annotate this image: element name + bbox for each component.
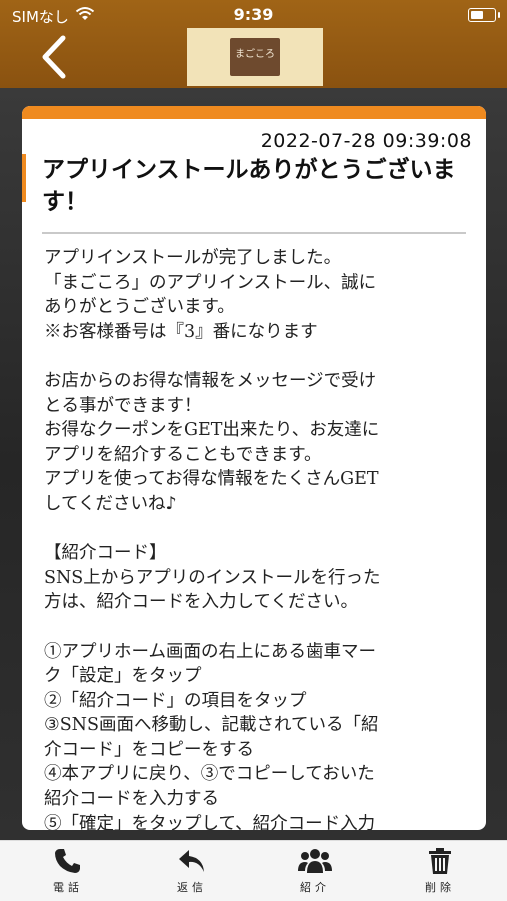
users-icon xyxy=(298,849,332,873)
message-timestamp: 2022-07-28 09:39:08 xyxy=(260,130,472,152)
tab-reply-label: 返信 xyxy=(177,881,207,894)
body-line: とる事ができます！ xyxy=(44,395,202,416)
tab-introduce-label: 紹介 xyxy=(300,881,330,894)
nav-header: SIMなし 9:39 まごころ xyxy=(0,0,507,88)
body-line: 方は、紹介コードを入力してください。 xyxy=(44,592,358,613)
message-title: アプリインストールありがとうございます！ xyxy=(42,157,456,215)
body-line: SNS上からアプリのインストールを行った xyxy=(44,567,381,588)
body-line: ②「紹介コード」の項目をタップ xyxy=(44,690,307,711)
tab-phone[interactable]: 電話 xyxy=(33,847,103,899)
status-time: 9:39 xyxy=(233,5,274,24)
title-accent-bar xyxy=(22,154,26,202)
body-line: お得なクーポンをGET出来たり、お友達に xyxy=(44,420,380,441)
bottom-tab-bar: 電話 返信 紹介 削除 xyxy=(0,840,507,901)
message-body: アプリインストールが完了しました。 「まごころ」のアプリインストール、誠に あり… xyxy=(44,246,468,830)
body-line: アプリインストールが完了しました。 xyxy=(44,248,342,268)
tab-phone-label: 電話 xyxy=(53,881,83,894)
title-divider xyxy=(42,232,466,234)
body-line: ①アプリホーム画面の右上にある歯車マー xyxy=(44,641,376,662)
body-line: ※お客様番号は『3』番になります xyxy=(44,321,318,342)
chevron-left-icon xyxy=(42,35,66,79)
body-line: アプリを紹介することもできます。 xyxy=(44,444,322,465)
battery-icon xyxy=(468,8,500,22)
body-line: ⑤「確定」をタップして、紹介コード入力 xyxy=(44,813,376,830)
shop-logo: まごころ xyxy=(187,28,323,86)
trash-icon xyxy=(429,848,451,874)
tab-delete-label: 削除 xyxy=(425,881,455,894)
body-line: 【紹介コード】 xyxy=(44,543,167,564)
card-top-bar xyxy=(22,106,486,119)
tab-introduce[interactable]: 紹介 xyxy=(280,847,350,899)
phone-icon xyxy=(55,849,80,873)
status-bar: SIMなし 9:39 xyxy=(0,0,507,28)
body-line xyxy=(44,517,468,542)
body-line: ④本アプリに戻り、③でコピーしておいた xyxy=(44,764,375,785)
logo-text: まごころ xyxy=(235,48,275,60)
body-line: ク「設定」をタップ xyxy=(44,666,202,687)
body-line: ありがとうございます。 xyxy=(44,297,235,318)
body-line: 紹介コードを入力する xyxy=(44,789,219,810)
body-line: 「まごころ」のアプリインストール、誠に xyxy=(44,272,377,293)
body-line xyxy=(44,615,468,640)
body-line: 介コード」をコピーをする xyxy=(44,739,254,760)
tab-reply[interactable]: 返信 xyxy=(157,847,227,899)
body-line: お店からのお得な情報をメッセージで受け xyxy=(44,370,377,391)
back-button[interactable] xyxy=(35,30,75,84)
body-line: ③SNS画面へ移動し、記載されている「紹 xyxy=(44,715,379,736)
tab-delete[interactable]: 削除 xyxy=(405,847,475,899)
message-card: 2022-07-28 09:39:08 アプリインストールありがとうございます！… xyxy=(22,106,486,830)
reply-icon xyxy=(179,850,204,872)
logo-mark: まごころ xyxy=(230,38,280,76)
body-line: してくださいね♪ xyxy=(44,493,177,514)
body-line xyxy=(44,344,468,369)
body-line: アプリを使ってお得な情報をたくさんGET xyxy=(44,469,379,490)
